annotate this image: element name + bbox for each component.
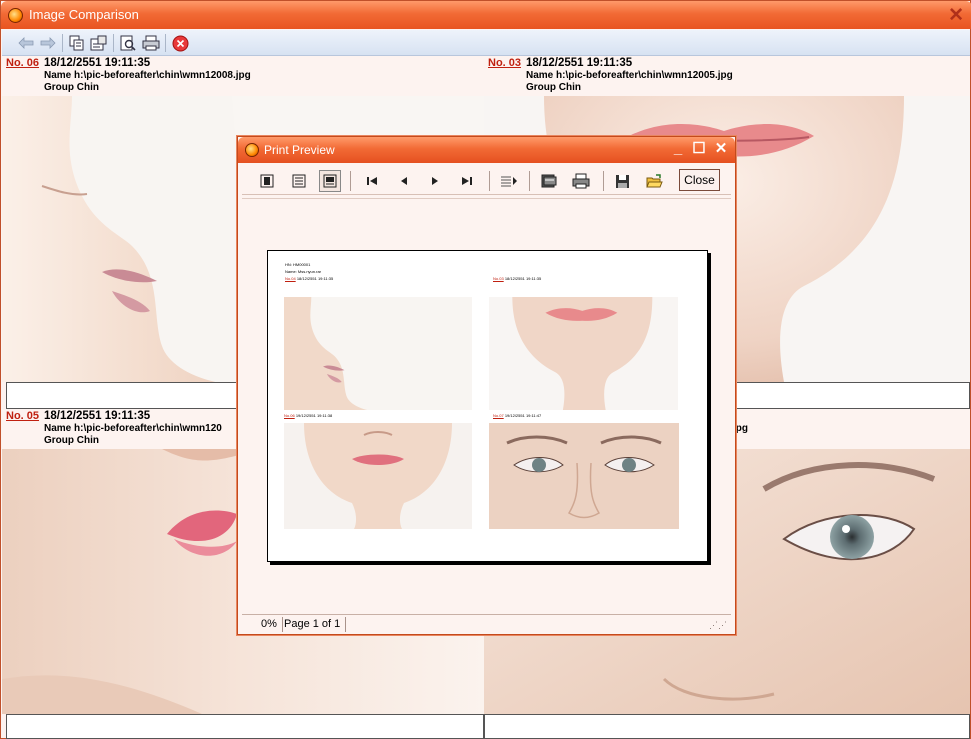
back-button[interactable] — [16, 33, 36, 53]
print-preview-titlebar[interactable]: Print Preview _ ☐ ✕ — [238, 137, 735, 163]
toolbar-divider — [165, 34, 166, 52]
cancel-icon — [172, 35, 188, 51]
thumb-4-label: No.07 19/12/2551 19:11:47 — [493, 413, 542, 418]
toolbar-divider — [350, 171, 351, 191]
save-icon — [615, 174, 629, 188]
print-preview-toolbar: Close — [242, 167, 731, 195]
caption-field[interactable] — [6, 714, 484, 739]
maximize-button[interactable]: ☐ — [690, 140, 708, 158]
page-indicator: Page 1 of 1 — [284, 618, 341, 630]
panel-header: No. 06 18/12/2551 19:11:35 Name h:\pic-b… — [2, 56, 484, 96]
whole-page-button[interactable] — [319, 170, 341, 192]
minimize-button[interactable]: _ — [669, 140, 687, 158]
print-preview-dialog: Print Preview _ ☐ ✕ Close HN: HM00001 Na… — [237, 136, 736, 635]
thumb-lips — [284, 423, 472, 529]
previous-page-icon — [401, 177, 407, 185]
properties-button[interactable] — [89, 33, 109, 53]
close-icon[interactable]: ✕ — [712, 140, 730, 158]
open-folder-icon — [645, 173, 663, 187]
file-name: Name h:\pic-beforeafter\chin\wmn120 — [44, 423, 222, 434]
go-to-page-button[interactable] — [498, 170, 520, 192]
single-page-button[interactable] — [256, 170, 278, 192]
next-page-button[interactable] — [424, 170, 446, 192]
open-button[interactable] — [643, 170, 665, 192]
previous-page-button[interactable] — [393, 170, 415, 192]
file-name: Name h:\pic-beforeafter\chin\wmn12005.jp… — [526, 70, 733, 81]
print-preview-icon — [120, 35, 136, 51]
resize-grip-icon[interactable]: ⋰⋰ — [709, 620, 727, 631]
main-toolbar — [2, 30, 970, 56]
group-label: Group Chin — [44, 435, 99, 446]
record-date: 18/12/2551 19:11:35 — [44, 410, 151, 422]
forward-icon — [40, 37, 56, 49]
thumb-profile-image — [284, 297, 472, 410]
thumb-eyes — [489, 423, 679, 529]
app-icon — [8, 8, 23, 23]
properties-icon — [90, 35, 107, 51]
record-date: 18/12/2551 19:11:35 — [44, 57, 151, 69]
thumb-1-label: No.04 18/12/2551 19:11:35 — [285, 276, 334, 281]
forward-button[interactable] — [38, 33, 58, 53]
first-page-button[interactable] — [361, 170, 383, 192]
toolbar-divider — [529, 171, 530, 191]
app-icon — [245, 143, 259, 157]
print-button[interactable] — [141, 33, 161, 53]
toolbar-divider — [603, 171, 604, 191]
toolbar-divider — [489, 171, 490, 191]
thumb-3-label: No.06 19/12/2551 19:11:38 — [284, 413, 333, 418]
thumb-2-label: No.03 18/12/2551 19:11:35 — [493, 276, 542, 281]
thumb-profile — [284, 297, 472, 410]
close-icon[interactable]: ✕ — [948, 4, 964, 27]
zoom-level: 0% — [261, 618, 277, 630]
dialog-title: Print Preview — [264, 143, 335, 157]
first-page-icon — [367, 177, 377, 185]
print-icon — [572, 173, 590, 189]
back-icon — [18, 37, 34, 49]
thumb-front — [489, 297, 678, 410]
print-preview-button[interactable] — [118, 33, 138, 53]
status-divider — [345, 617, 346, 632]
file-name: Name h:\pic-beforeafter\chin\wmn12008.jp… — [44, 70, 251, 81]
record-number-link[interactable]: No. 05 — [6, 410, 39, 422]
status-divider — [282, 617, 283, 632]
group-label: Group Chin — [526, 82, 581, 93]
page-hn-line: HN: HM00001 — [285, 262, 311, 267]
go-to-page-icon — [501, 176, 517, 187]
main-titlebar[interactable]: Image Comparison ✕ — [1, 1, 971, 29]
whole-page-icon — [323, 174, 337, 188]
cancel-button[interactable] — [170, 33, 190, 53]
thumb-eyes-image — [489, 423, 679, 529]
print-setup-icon — [541, 174, 557, 188]
print-icon — [142, 35, 160, 51]
page-width-button[interactable] — [288, 170, 310, 192]
preview-canvas[interactable]: HN: HM00001 Name: Mss.nyun.rar No.04 18/… — [242, 198, 731, 613]
thumb-lips-image — [284, 423, 472, 529]
caption-field[interactable] — [484, 714, 970, 739]
single-page-icon — [260, 174, 274, 188]
thumb-front-image — [489, 297, 678, 410]
group-label: Group Chin — [44, 82, 99, 93]
page-width-icon — [292, 174, 306, 188]
save-button[interactable] — [611, 170, 633, 192]
last-page-icon — [462, 177, 472, 185]
next-page-icon — [432, 177, 438, 185]
last-page-button[interactable] — [456, 170, 478, 192]
record-date: 18/12/2551 19:11:35 — [526, 57, 633, 69]
window-title: Image Comparison — [29, 7, 139, 22]
page-name-line: Name: Mss.nyun.rar — [285, 269, 322, 274]
copy-button[interactable] — [67, 33, 87, 53]
panel-header: No. 03 18/12/2551 19:11:35 Name h:\pic-b… — [484, 56, 970, 96]
record-number-link[interactable]: No. 03 — [488, 57, 521, 69]
toolbar-divider — [113, 34, 114, 52]
print-button[interactable] — [570, 170, 592, 192]
copy-icon — [69, 35, 84, 51]
print-setup-button[interactable] — [538, 170, 560, 192]
print-preview-statusbar: 0% Page 1 of 1 ⋰⋰ — [242, 614, 731, 633]
toolbar-divider — [62, 34, 63, 52]
record-number-link[interactable]: No. 06 — [6, 57, 39, 69]
image-comparison-window: Image Comparison ✕ No. 06 18/12/2551 19:… — [0, 0, 971, 739]
close-button[interactable]: Close — [679, 169, 720, 191]
preview-page: HN: HM00001 Name: Mss.nyun.rar No.04 18/… — [267, 250, 708, 562]
